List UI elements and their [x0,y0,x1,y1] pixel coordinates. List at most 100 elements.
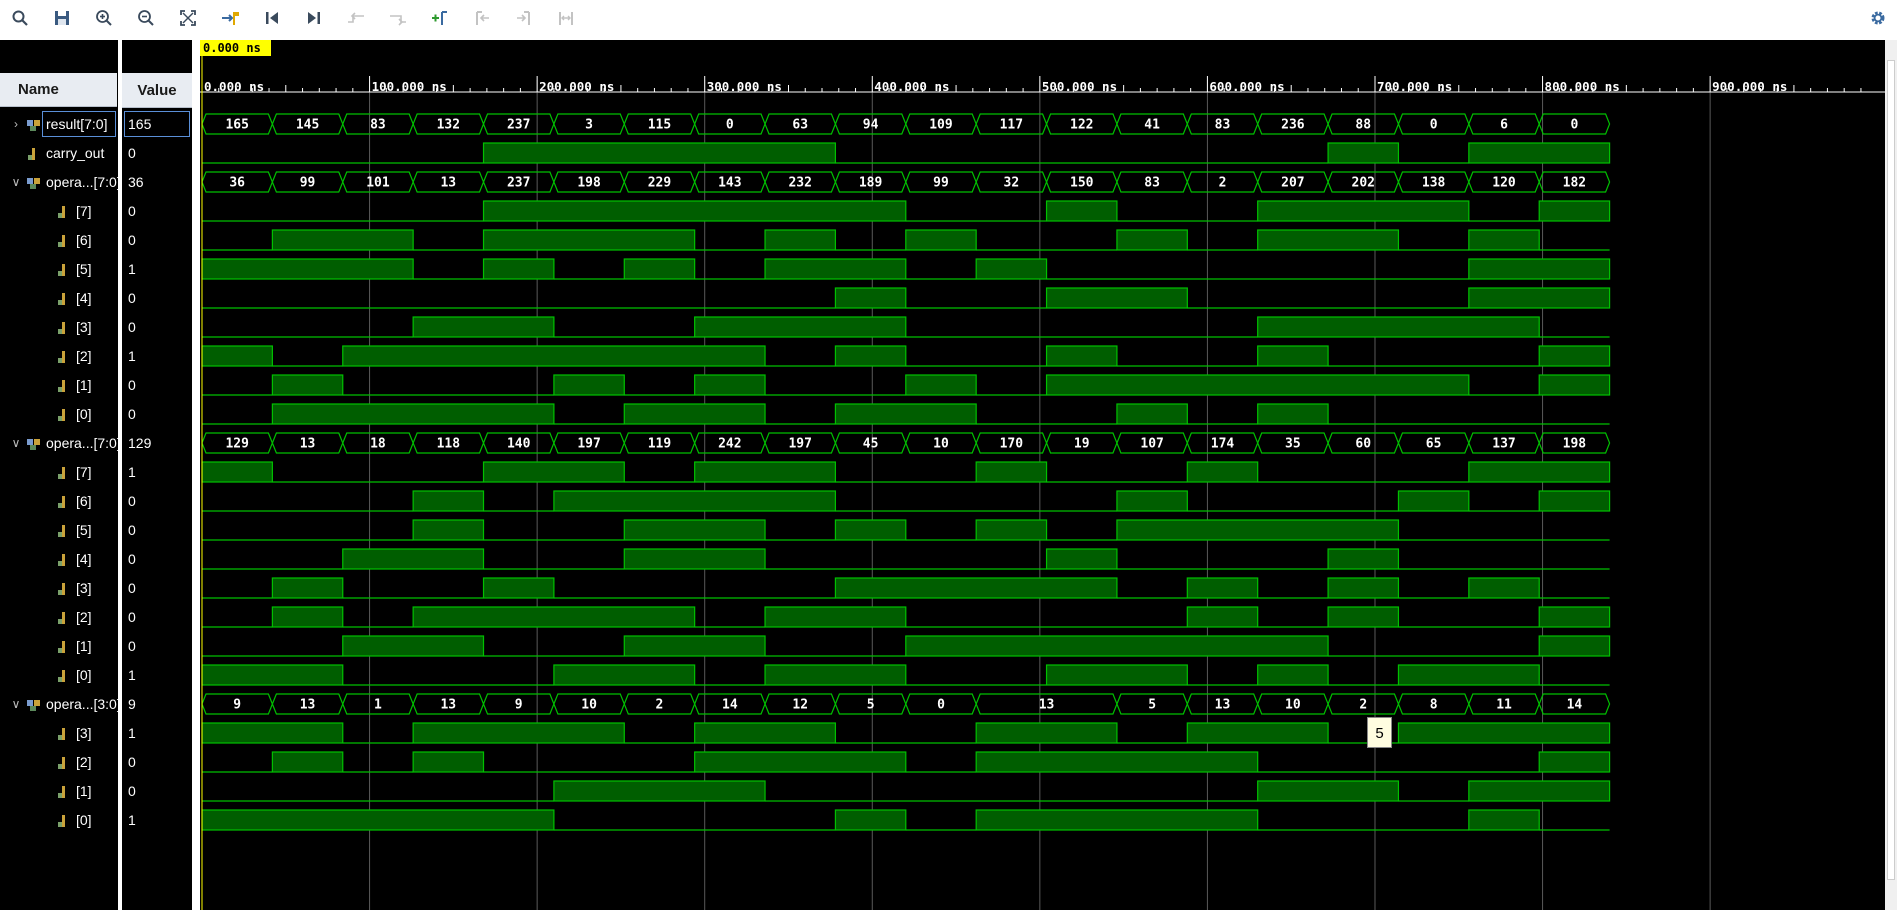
signal-name-label: [1] [76,377,92,393]
bus-value-label: 0 [1570,118,1578,133]
signal-name-row[interactable]: [1] [0,371,118,400]
next-transition-icon[interactable] [386,6,410,30]
bit-signal-icon [56,494,72,510]
bit-high-segment [201,809,555,831]
bus-value-label: 174 [1211,437,1235,452]
bit-high-segment [694,722,837,744]
bit-high-segment [975,722,1118,744]
signal-value: 1 [128,464,136,480]
add-marker-icon[interactable] [428,6,452,30]
bus-value-label: 10 [1285,698,1301,713]
bit-high-segment [975,751,1259,773]
previous-marker-icon[interactable] [470,6,494,30]
signal-name-row[interactable]: [0] [0,400,118,429]
bit-high-segment [623,635,766,657]
zoom-fit-icon[interactable] [176,6,200,30]
bit-high-segment [694,461,837,483]
next-marker-icon[interactable] [512,6,536,30]
signal-name-row[interactable]: [1] [0,632,118,661]
signal-name-label: [2] [76,754,92,770]
signal-name-row[interactable]: › result[7:0] [0,110,118,139]
collapse-chevron-icon[interactable]: ∨ [10,690,22,719]
signal-value: 0 [128,638,136,654]
collapse-chevron-icon[interactable]: ∨ [10,168,22,197]
bit-signal-icon [56,407,72,423]
signal-name-row[interactable]: [5] [0,516,118,545]
signal-value: 0 [128,522,136,538]
signal-name-row[interactable]: [2] [0,342,118,371]
search-icon[interactable] [8,6,32,30]
bit-high-segment [271,606,344,628]
bit-high-segment [834,577,1118,599]
bus-value-label: 2 [1219,176,1227,191]
signal-name-label: [6] [76,232,92,248]
go-to-last-time-icon[interactable] [302,6,326,30]
signal-name-row[interactable]: [1] [0,777,118,806]
signal-name-row[interactable]: [3] [0,719,118,748]
signal-value: 0 [128,145,136,161]
bus-value-label: 202 [1352,176,1375,191]
scrollbar-thumb[interactable] [1887,60,1895,880]
waveform-canvas[interactable]: 0.000 ns 100.000 ns 200.000 ns 300.000 ns 40… [200,40,1885,910]
bit-high-segment [694,316,907,338]
collapse-chevron-icon[interactable]: ∨ [10,429,22,458]
bit-high-segment [834,345,907,367]
signal-name-row[interactable]: [4] [0,545,118,574]
signal-name-row[interactable]: [6] [0,487,118,516]
bit-high-segment [412,606,696,628]
value-column-header[interactable]: Value [122,73,192,108]
bus-value-label: 165 [225,118,248,133]
zoom-out-icon[interactable] [134,6,158,30]
save-icon[interactable] [50,6,74,30]
signal-name-row[interactable]: [0] [0,661,118,690]
bus-value-label: 36 [229,176,245,191]
signal-name-label: [1] [76,638,92,654]
bit-high-segment [1397,664,1540,686]
bit-high-segment [412,722,625,744]
signal-name-row[interactable]: ∨ opera...[7:0] [0,168,118,197]
signal-name-row[interactable]: carry_out [0,139,118,168]
expand-chevron-icon[interactable]: › [10,110,22,139]
bit-high-segment [482,461,625,483]
bit-high-segment [412,519,485,541]
signal-name-row[interactable]: [5] [0,255,118,284]
signal-name-row[interactable]: [2] [0,748,118,777]
bit-signal-icon [56,204,72,220]
bit-signal-icon [56,523,72,539]
signal-name-row[interactable]: [3] [0,574,118,603]
go-to-time-zero-icon[interactable] [260,6,284,30]
swap-cursors-icon[interactable] [554,6,578,30]
signal-name-row[interactable]: [2] [0,603,118,632]
bit-high-segment [764,606,907,628]
bit-high-segment [975,809,1259,831]
bus-value-label: 6 [1500,118,1508,133]
vertical-scrollbar[interactable] [1885,40,1897,910]
signal-name-row[interactable]: [6] [0,226,118,255]
bit-high-segment [764,664,907,686]
gear-icon[interactable] [1866,6,1890,30]
previous-transition-icon[interactable] [344,6,368,30]
signal-name-row[interactable]: ∨ opera...[3:0] [0,690,118,719]
signal-name-label: [0] [76,667,92,683]
bit-high-segment [1538,374,1611,396]
signal-name-row[interactable]: [7] [0,197,118,226]
waveform-area[interactable]: 0.000 ns 100.000 ns 200.000 ns 300.000 ns 40… [200,40,1885,910]
go-to-cursor-icon[interactable] [218,6,242,30]
bit-high-segment [1538,490,1611,512]
cursor-time-label[interactable]: 0.000 ns [200,40,271,56]
bit-high-segment [553,374,625,396]
bit-high-segment [482,258,555,280]
zoom-in-icon[interactable] [92,6,116,30]
bus-value-label: 60 [1355,437,1371,452]
signal-value: 165 [128,116,152,132]
signal-name-row[interactable]: [4] [0,284,118,313]
signal-name-row[interactable]: ∨ opera...[7:0] [0,429,118,458]
signal-name-row[interactable]: [7] [0,458,118,487]
signal-name-row[interactable]: [0] [0,806,118,835]
signal-name-row[interactable]: [3] [0,313,118,342]
bus-value-label: 232 [788,176,811,191]
bus-value-label: 19 [1074,437,1090,452]
bus-value-label: 63 [792,118,808,133]
bus-value-label: 237 [507,176,530,191]
name-column-header[interactable]: Name [0,73,117,107]
